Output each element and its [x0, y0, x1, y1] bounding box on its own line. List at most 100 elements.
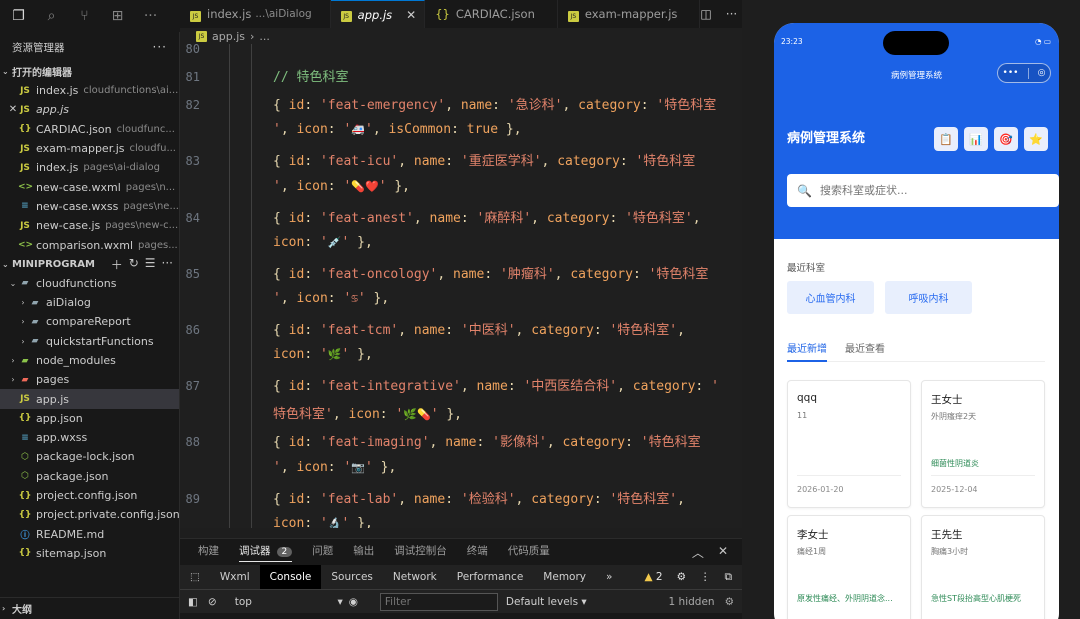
file-tree-item[interactable]: ⓘ README.md: [0, 525, 179, 544]
more-icon[interactable]: ···: [162, 256, 173, 273]
settings-icon[interactable]: ⚙: [677, 571, 686, 583]
code-line[interactable]: 特色科室', icon: '🌿💊' },: [273, 403, 462, 422]
outline-section[interactable]: › 大纲: [0, 597, 179, 619]
devtools-tab[interactable]: Network: [383, 565, 447, 589]
close-icon[interactable]: ✕: [406, 8, 416, 22]
code-line[interactable]: { id: 'feat-tcm', name: '中医科', category:…: [273, 319, 685, 338]
sidebar-toggle-icon[interactable]: ◧: [188, 596, 198, 608]
code-line[interactable]: { id: 'feat-icu', name: '重症医学科', categor…: [273, 150, 695, 169]
code-line[interactable]: { id: 'feat-integrative', name: '中西医结合科'…: [273, 375, 719, 394]
more-icon[interactable]: ⋮: [700, 571, 711, 583]
search-icon[interactable]: ⌕: [35, 0, 68, 32]
file-tree-item[interactable]: › ▰ aiDialog: [0, 293, 179, 312]
inspect-icon[interactable]: ⬚: [180, 565, 210, 589]
target-icon[interactable]: 🎯: [994, 127, 1018, 151]
panel-tab[interactable]: 构建: [198, 543, 219, 562]
more-icon[interactable]: ···: [726, 7, 737, 21]
project-section[interactable]: ⌄ MINIPROGRAM ＋ ↻ ☰ ···: [0, 255, 179, 274]
file-tree-item[interactable]: ⬡ package-lock.json: [0, 447, 179, 466]
filter-input[interactable]: [379, 592, 498, 611]
code-line[interactable]: { id: 'feat-anest', name: '麻醉科', categor…: [273, 207, 701, 226]
file-tree-item[interactable]: {} app.json: [0, 409, 179, 428]
open-editor-item[interactable]: ≡ new-case.wxss pages\ne...: [0, 197, 179, 216]
case-card[interactable]: qqq 11 2026-01-20: [787, 380, 911, 508]
panel-tab[interactable]: 代码质量: [508, 543, 550, 562]
devtools-more[interactable]: »: [596, 565, 622, 589]
more-icon[interactable]: ···: [134, 0, 167, 32]
panel-tab[interactable]: 输出: [353, 543, 374, 562]
code-line[interactable]: { id: 'feat-emergency', name: '急诊科', cat…: [273, 94, 716, 113]
explorer-icon[interactable]: ❐: [2, 0, 35, 32]
file-tree-item[interactable]: ≡ app.wxss: [0, 428, 179, 447]
split-editor-icon[interactable]: ◫: [700, 7, 711, 21]
segment-tab[interactable]: 最近新增: [787, 340, 827, 362]
open-editor-item[interactable]: JS exam-mapper.js cloudfu...: [0, 139, 179, 158]
undock-icon[interactable]: ⧉: [725, 571, 733, 584]
case-card[interactable]: 王女士 外阴瘙痒2天 细菌性阴道炎 2025-12-04: [921, 380, 1045, 508]
close-panel-icon[interactable]: ✕: [718, 544, 728, 561]
editor-tab[interactable]: {} CARDIAC.json: [425, 0, 558, 28]
file-tree-item[interactable]: {} project.config.json: [0, 486, 179, 505]
devtools-tab[interactable]: Console: [259, 565, 322, 589]
panel-tab[interactable]: 调试控制台: [394, 543, 447, 562]
close-icon[interactable]: ✕: [8, 104, 18, 115]
new-file-icon[interactable]: ＋: [111, 256, 123, 273]
clear-console-icon[interactable]: ⊘: [208, 596, 217, 608]
extensions-icon[interactable]: ⊞: [101, 0, 134, 32]
context-select[interactable]: top ▾: [229, 593, 349, 611]
breadcrumb-file[interactable]: app.js: [212, 30, 245, 43]
code-line[interactable]: ', icon: '💊❤️' },: [273, 179, 410, 194]
menu-dots-icon[interactable]: •••: [1003, 68, 1019, 78]
panel-tab[interactable]: 终端: [467, 543, 488, 562]
file-tree-item[interactable]: {} project.private.config.json: [0, 505, 179, 524]
code-line[interactable]: icon: '💉' },: [273, 235, 373, 250]
file-tree-item[interactable]: › ▰ quickstartFunctions: [0, 332, 179, 351]
case-card[interactable]: 李女士 痛经1周 原发性痛经、外阴阴道念...: [787, 515, 911, 619]
code-line[interactable]: { id: 'feat-imaging', name: '影像科', categ…: [273, 431, 701, 450]
open-editor-item[interactable]: <> comparison.wxml pages...: [0, 235, 179, 254]
file-tree-item[interactable]: ⬡ package.json: [0, 467, 179, 486]
department-chip[interactable]: 心血管内科: [787, 281, 874, 314]
devtools-tab[interactable]: Wxml: [210, 565, 260, 589]
warning-count[interactable]: ▲ 2: [644, 571, 662, 583]
settings-icon[interactable]: ⚙: [725, 596, 734, 608]
source-control-icon[interactable]: ⑂: [68, 0, 101, 32]
log-levels-select[interactable]: Default levels ▾: [506, 596, 587, 608]
file-tree-item[interactable]: JS app.js: [0, 389, 179, 409]
department-chip[interactable]: 呼吸内科: [885, 281, 972, 314]
editor-tab[interactable]: JS app.js ✕: [330, 0, 426, 28]
devtools-tab[interactable]: Performance: [447, 565, 534, 589]
open-editors-section[interactable]: ⌄ 打开的编辑器: [0, 62, 179, 81]
code-line[interactable]: icon: '🔬' },: [273, 516, 373, 528]
code-editor[interactable]: 80 81 82 83 84 85 86 87 88 89 // 特色科室 { id: 'feat-…: [180, 44, 742, 528]
code-line[interactable]: { id: 'feat-lab', name: '检验科', category:…: [273, 488, 685, 507]
code-line[interactable]: icon: '🌿' },: [273, 347, 373, 362]
breadcrumb-more[interactable]: ...: [259, 30, 270, 43]
file-tree-item[interactable]: {} sitemap.json: [0, 544, 179, 563]
file-tree-item[interactable]: › ▰ pages: [0, 370, 179, 389]
open-editor-item[interactable]: JS index.js pages\ai-dialog: [0, 158, 179, 177]
explorer-more-icon[interactable]: ···: [153, 40, 167, 54]
devtools-tab[interactable]: Sources: [321, 565, 383, 589]
code-line[interactable]: ', icon: '🚑', isCommon: true },: [273, 122, 522, 137]
bar-chart-icon[interactable]: 📊: [964, 127, 988, 151]
panel-tab[interactable]: 调试器 2: [239, 543, 293, 562]
search-bar[interactable]: 🔍: [787, 174, 1059, 207]
open-editor-item[interactable]: JS new-case.js pages\new-c...: [0, 216, 179, 235]
segment-tab[interactable]: 最近查看: [845, 340, 885, 361]
maximize-panel-icon[interactable]: ︿: [692, 544, 704, 561]
open-editor-item[interactable]: <> new-case.wxml pages\n...: [0, 177, 179, 196]
code-line[interactable]: ', icon: '📷' },: [273, 460, 396, 475]
editor-tab[interactable]: JS exam-mapper.js: [558, 0, 701, 28]
editor-tab[interactable]: JS index.js ...\aiDialog: [180, 0, 331, 28]
file-tree-item[interactable]: › ▰ node_modules: [0, 351, 179, 370]
code-line[interactable]: // 特色科室: [273, 66, 348, 85]
open-editor-item[interactable]: {} CARDIAC.json cloudfunc...: [0, 120, 179, 139]
open-editor-item[interactable]: ✕ JS app.js: [0, 100, 179, 119]
eye-icon[interactable]: ◉: [349, 596, 358, 608]
file-tree-item[interactable]: › ▰ compareReport: [0, 312, 179, 331]
open-editor-item[interactable]: JS index.js cloudfunctions\ai...: [0, 81, 179, 100]
close-circle-icon[interactable]: ◎: [1038, 68, 1046, 78]
case-card[interactable]: 王先生 胸痛3小时 急性ST段抬高型心肌梗死: [921, 515, 1045, 619]
star-icon[interactable]: ⭐: [1024, 127, 1048, 151]
